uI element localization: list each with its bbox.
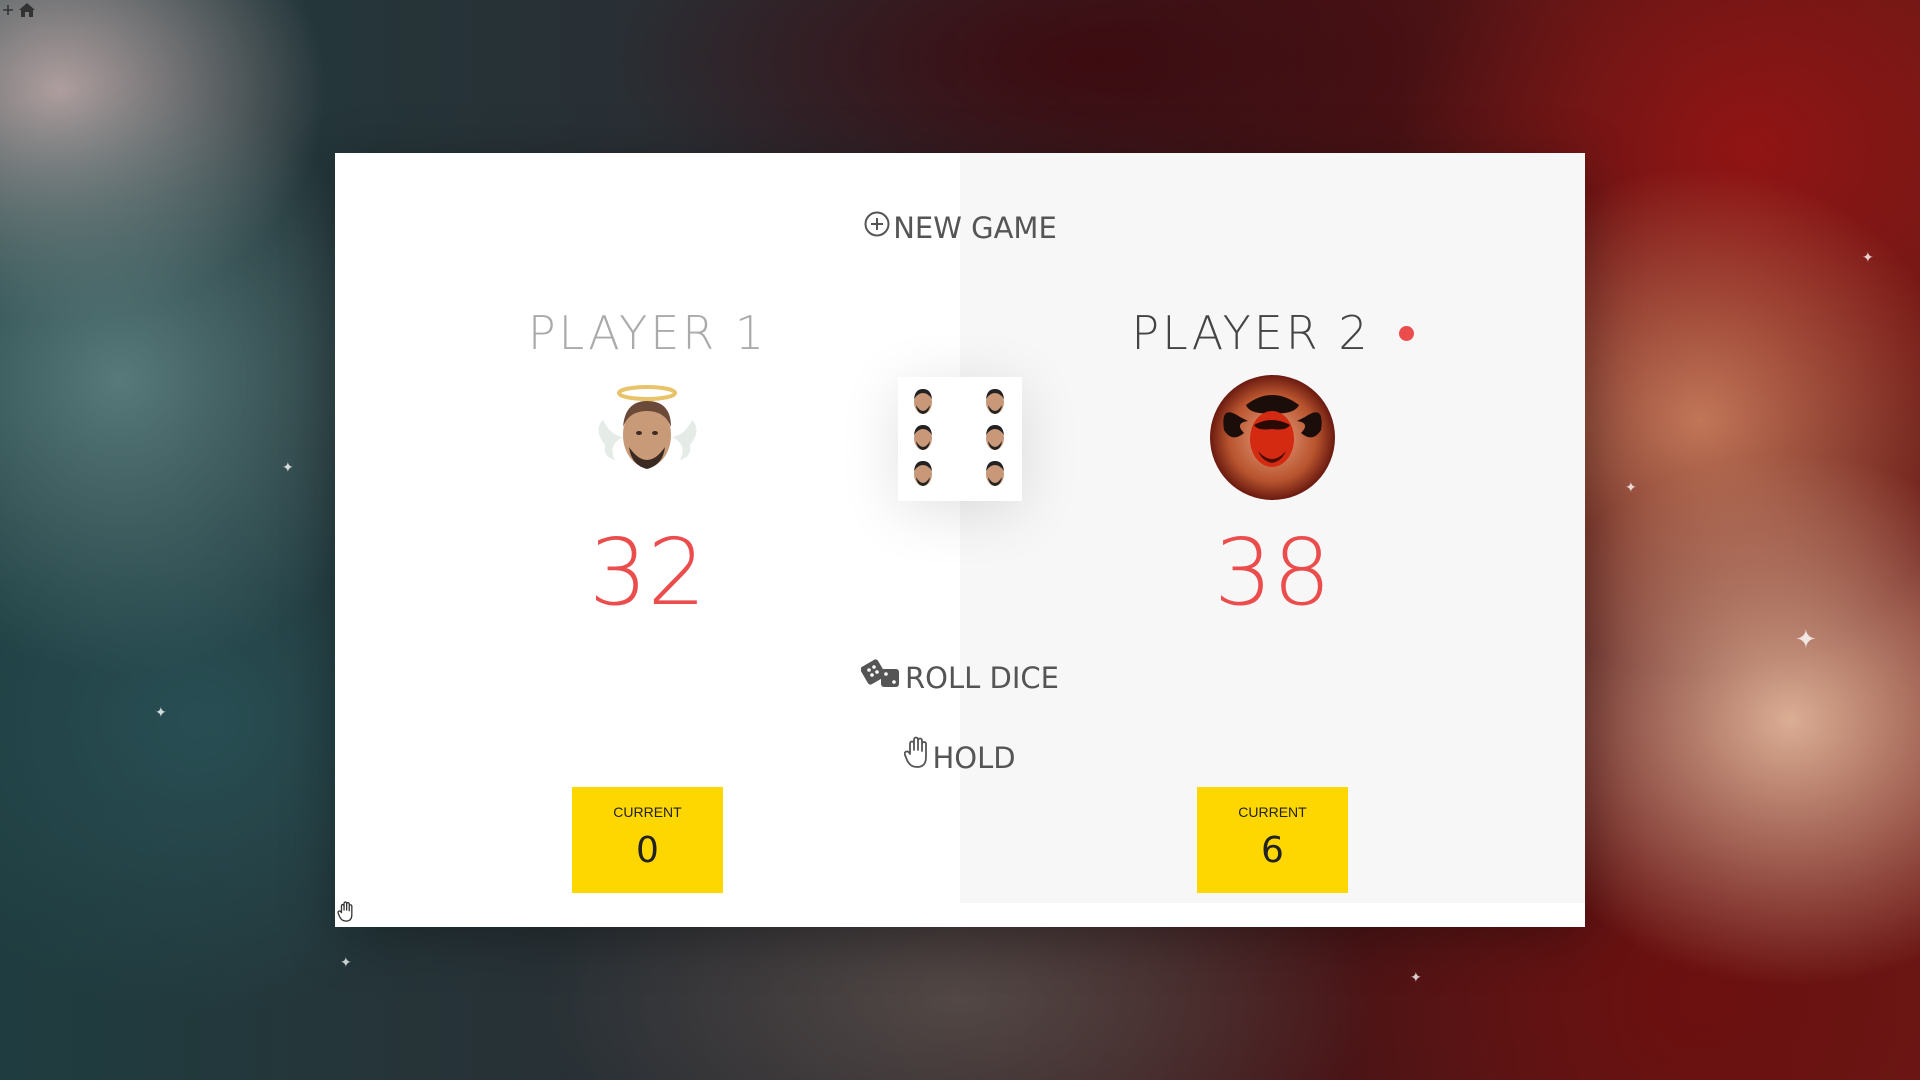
dice <box>898 377 1022 501</box>
new-game-button[interactable]: NEW GAME <box>335 208 1585 248</box>
top-toolbar <box>2 2 36 22</box>
hand-icon <box>904 736 930 780</box>
player-2-score: 38 <box>1213 519 1332 626</box>
sparkle: ✦ <box>1862 249 1874 265</box>
sparkle: ✦ <box>282 459 294 475</box>
dice-pip-face <box>914 389 932 414</box>
plus-icon[interactable] <box>2 3 14 21</box>
hand-cursor-icon <box>337 901 355 923</box>
current-label: CURRENT <box>1238 804 1307 820</box>
player-1-current-score: 0 <box>636 830 659 871</box>
dice-pip-face <box>986 461 1004 486</box>
devil-avatar <box>1210 375 1335 500</box>
angel-avatar <box>585 375 710 500</box>
player-2-panel: PLAYER 2 38 CURRENT 6 <box>960 153 1585 903</box>
sparkle: ✦ <box>1795 624 1817 654</box>
new-game-label: NEW GAME <box>893 211 1057 245</box>
active-player-dot <box>1398 326 1414 341</box>
game-board: PLAYER 1 32 CURRENT 0 PLAYER 2 38 CURREN… <box>335 153 1585 927</box>
player-1-score: 32 <box>588 519 707 626</box>
hold-label: HOLD <box>932 741 1016 775</box>
dice-icon <box>860 656 903 700</box>
sparkle: ✦ <box>1410 969 1422 985</box>
sparkle: ✦ <box>155 704 167 720</box>
sparkle: ✦ <box>1625 479 1637 495</box>
roll-dice-button[interactable]: ROLL DICE <box>335 656 1585 700</box>
player-1-panel: PLAYER 1 32 CURRENT 0 <box>335 153 960 903</box>
plus-circle-icon <box>863 208 891 248</box>
sparkle: ✦ <box>340 954 352 970</box>
player-2-name: PLAYER 2 <box>960 303 1585 363</box>
home-icon[interactable] <box>18 2 36 23</box>
hold-button[interactable]: HOLD <box>335 736 1585 780</box>
dice-pip-face <box>986 389 1004 414</box>
player-1-current-box: CURRENT 0 <box>572 787 723 893</box>
dice-pip-face <box>986 425 1004 450</box>
player-2-current-score: 6 <box>1261 830 1284 871</box>
roll-dice-label: ROLL DICE <box>905 661 1059 695</box>
current-label: CURRENT <box>613 804 682 820</box>
dice-pip-face <box>914 425 932 450</box>
dice-pip-face <box>914 461 932 486</box>
player-1-name: PLAYER 1 <box>527 306 768 360</box>
player-2-current-box: CURRENT 6 <box>1197 787 1348 893</box>
